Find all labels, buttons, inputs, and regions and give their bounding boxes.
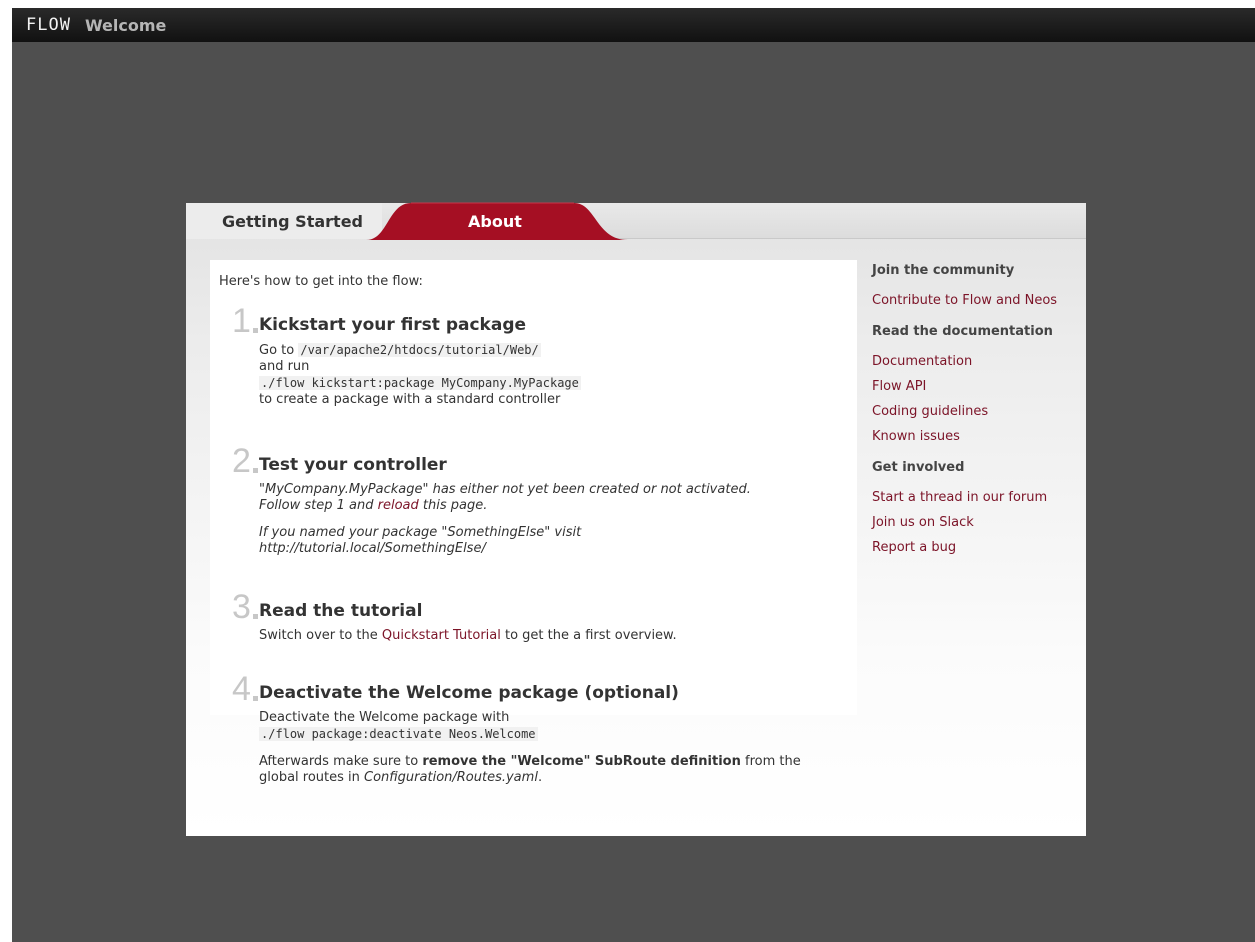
intro-text: Here's how to get into the flow: bbox=[219, 274, 423, 289]
step-text: to get the a first overview. bbox=[500, 628, 677, 643]
sidebar-heading-community: Join the community bbox=[872, 263, 1015, 278]
flow-api-link[interactable]: Flow API bbox=[872, 379, 1082, 404]
flow-logo[interactable]: FLOW bbox=[26, 15, 71, 35]
reload-link[interactable]: reload bbox=[378, 498, 419, 513]
step-text: If you named your package "SomethingElse… bbox=[259, 525, 582, 540]
getting-started-content: Here's how to get into the flow: 1 Kicks… bbox=[210, 260, 857, 785]
sidebar-heading-documentation: Read the documentation bbox=[872, 324, 1053, 339]
step-text: and run bbox=[259, 359, 310, 374]
step-text: to create a package with a standard cont… bbox=[259, 392, 561, 407]
step-4: 4 Deactivate the Welcome package (option… bbox=[232, 670, 852, 786]
step-text: Afterwards make sure to bbox=[259, 754, 423, 769]
routes-file-path: Configuration/Routes.yaml bbox=[364, 770, 538, 785]
documentation-link[interactable]: Documentation bbox=[872, 354, 1082, 379]
coding-guidelines-link[interactable]: Coding guidelines bbox=[872, 404, 1082, 429]
path-code: /var/apache2/htdocs/tutorial/Web/ bbox=[298, 343, 541, 357]
step-number: 2 bbox=[232, 442, 258, 480]
step-number: 1 bbox=[232, 302, 258, 340]
sidebar-heading-involved: Get involved bbox=[872, 460, 965, 475]
contribute-link[interactable]: Contribute to Flow and Neos bbox=[872, 293, 1082, 324]
step-title: Deactivate the Welcome package (optional… bbox=[259, 683, 679, 703]
report-bug-link[interactable]: Report a bug bbox=[872, 540, 1082, 565]
step-text: Switch over to the bbox=[259, 628, 382, 643]
command-code: ./flow kickstart:package MyCompany.MyPac… bbox=[259, 376, 581, 390]
top-bar: FLOW Welcome bbox=[12, 8, 1255, 42]
step-number: 3 bbox=[232, 588, 258, 626]
sidebar: Join the community Contribute to Flow an… bbox=[872, 263, 1082, 565]
step-3: 3 Read the tutorial Switch over to the Q… bbox=[232, 588, 852, 644]
step-url: http://tutorial.local/SomethingElse/ bbox=[259, 541, 486, 556]
step-text: . bbox=[537, 770, 543, 785]
step-2: 2 Test your controller "MyCompany.MyPack… bbox=[232, 442, 852, 557]
step-title: Read the tutorial bbox=[259, 601, 423, 621]
step-text-bold: remove the "Welcome" SubRoute definition bbox=[422, 754, 741, 769]
quickstart-tutorial-link[interactable]: Quickstart Tutorial bbox=[382, 628, 501, 643]
command-code: ./flow package:deactivate Neos.Welcome bbox=[259, 727, 538, 741]
page-title: Welcome bbox=[84, 15, 167, 35]
step-text: Deactivate the Welcome package with bbox=[259, 710, 510, 725]
step-title: Kickstart your first package bbox=[259, 315, 527, 335]
step-text: from the bbox=[740, 754, 801, 769]
step-number: 4 bbox=[232, 670, 258, 708]
welcome-panel: Getting Started About Here's how to get … bbox=[186, 202, 1086, 836]
step-text: Follow step 1 and bbox=[259, 498, 378, 513]
tab-about-label[interactable]: About bbox=[468, 212, 522, 231]
browser-viewport: FLOW Welcome Getting Started About Here'… bbox=[12, 8, 1255, 942]
tab-getting-started-label: Getting Started bbox=[222, 211, 363, 231]
forum-thread-link[interactable]: Start a thread in our forum bbox=[872, 490, 1082, 515]
step-text: "MyCompany.MyPackage" has either not yet… bbox=[259, 482, 751, 497]
tab-getting-started[interactable]: Getting Started bbox=[186, 203, 382, 239]
slack-link[interactable]: Join us on Slack bbox=[872, 515, 1082, 540]
known-issues-link[interactable]: Known issues bbox=[872, 429, 1082, 460]
step-text: this page. bbox=[418, 498, 488, 513]
step-text: Go to bbox=[259, 343, 299, 358]
step-title: Test your controller bbox=[259, 455, 447, 475]
step-1: 1 Kickstart your first package Go to /va… bbox=[232, 302, 852, 408]
step-text: global routes in bbox=[259, 770, 365, 785]
